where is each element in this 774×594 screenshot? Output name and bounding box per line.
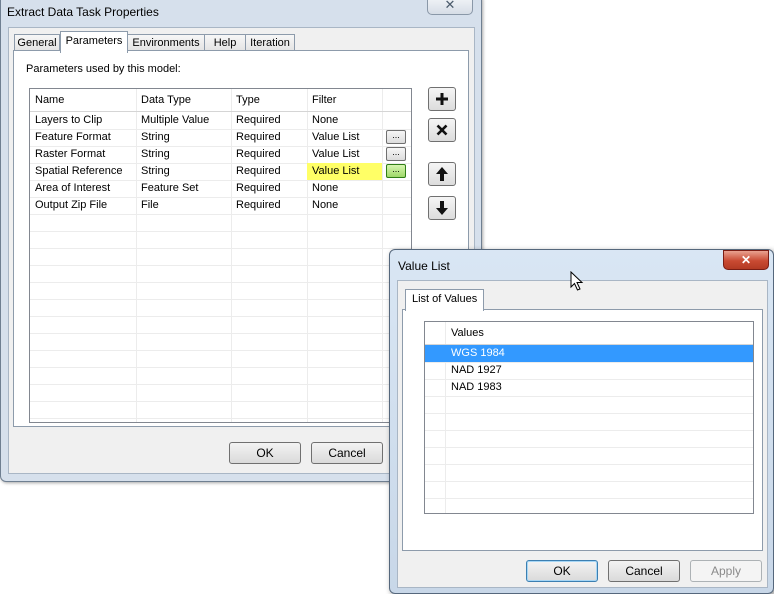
param-data-type: Feature Set xyxy=(141,182,199,194)
param-name: Feature Format xyxy=(35,131,111,143)
table-row[interactable]: Spatial Reference String Required Value … xyxy=(30,163,411,181)
param-data-type: File xyxy=(141,199,159,211)
param-filter[interactable]: None xyxy=(307,112,338,129)
empty-row xyxy=(30,299,411,317)
param-data-type: Multiple Value xyxy=(141,114,210,126)
column-header-filter[interactable]: Filter xyxy=(307,89,336,111)
arrow-up-icon xyxy=(436,167,448,181)
value-list-dialog: Value List ✕ List of Values Values WGS 1… xyxy=(389,249,774,594)
empty-row xyxy=(30,401,411,419)
empty-row xyxy=(30,282,411,300)
param-filter[interactable]: Value List xyxy=(307,146,360,163)
param-filter[interactable]: Value List xyxy=(307,129,360,146)
table-row[interactable]: Feature Format String Required Value Lis… xyxy=(30,129,411,147)
plus-icon xyxy=(436,93,448,105)
column-header-type[interactable]: Type xyxy=(231,89,260,111)
param-name: Spatial Reference xyxy=(35,165,123,177)
empty-row xyxy=(30,265,411,283)
param-data-type: String xyxy=(141,148,170,160)
column-header-values[interactable]: Values xyxy=(451,322,484,344)
param-data-type: String xyxy=(141,165,170,177)
ok-button[interactable]: OK xyxy=(229,442,301,464)
param-filter[interactable]: None xyxy=(307,180,338,197)
arrow-down-icon xyxy=(436,201,448,215)
empty-row xyxy=(425,447,753,465)
empty-row xyxy=(425,430,753,448)
param-name: Output Zip File xyxy=(35,199,108,211)
param-type[interactable]: Required xyxy=(231,163,281,180)
param-type[interactable]: Required xyxy=(231,180,281,197)
move-down-button[interactable] xyxy=(428,196,456,220)
cancel-button[interactable]: Cancel xyxy=(311,442,383,464)
param-name: Area of Interest xyxy=(35,182,111,194)
parameters-grid[interactable]: Name Data Type Type Filter Layers to Cli… xyxy=(29,88,412,423)
dialog-title: Value List xyxy=(398,259,450,273)
empty-row xyxy=(425,413,753,431)
param-type[interactable]: Required xyxy=(231,197,281,214)
param-name: Layers to Clip xyxy=(35,114,103,126)
table-row[interactable]: Raster Format String Required Value List… xyxy=(30,146,411,164)
tab-parameters[interactable]: Parameters xyxy=(60,31,128,53)
empty-row xyxy=(30,367,411,385)
empty-row xyxy=(30,248,411,266)
tab-list-of-values[interactable]: List of Values xyxy=(405,289,485,311)
dialog-title: Extract Data Task Properties xyxy=(7,5,159,19)
value-text: NAD 1983 xyxy=(451,381,502,393)
close-button[interactable]: ✕ xyxy=(723,250,769,270)
filter-edit-button[interactable]: ... xyxy=(386,147,406,161)
empty-row xyxy=(30,384,411,402)
list-of-values-tab-page: Values WGS 1984 NAD 1927 NAD 1983 xyxy=(402,309,763,551)
table-row[interactable]: Area of Interest Feature Set Required No… xyxy=(30,180,411,198)
column-header-data-type[interactable]: Data Type xyxy=(136,89,191,111)
filter-edit-button[interactable]: ... xyxy=(386,164,406,178)
value-text: WGS 1984 xyxy=(451,347,505,359)
close-button[interactable]: ✕ xyxy=(427,0,473,15)
empty-row xyxy=(425,464,753,482)
param-filter[interactable]: None xyxy=(307,197,338,214)
grid-header-row: Values xyxy=(425,322,753,345)
x-icon xyxy=(436,124,448,136)
empty-row xyxy=(30,214,411,232)
column-header-name[interactable]: Name xyxy=(30,89,64,111)
param-type[interactable]: Required xyxy=(231,112,281,129)
empty-row xyxy=(30,316,411,334)
list-item[interactable]: NAD 1983 xyxy=(425,379,753,397)
values-grid[interactable]: Values WGS 1984 NAD 1927 NAD 1983 xyxy=(424,321,754,514)
apply-button[interactable]: Apply xyxy=(690,560,762,582)
ok-button[interactable]: OK xyxy=(526,560,598,582)
grid-header-row: Name Data Type Type Filter xyxy=(30,89,411,112)
value-text: NAD 1927 xyxy=(451,364,502,376)
empty-row xyxy=(30,333,411,351)
add-parameter-button[interactable] xyxy=(428,87,456,111)
empty-row xyxy=(425,498,753,513)
param-data-type: String xyxy=(141,131,170,143)
parameters-label: Parameters used by this model: xyxy=(26,63,181,75)
param-filter[interactable]: Value List xyxy=(307,163,382,180)
close-icon: ✕ xyxy=(444,0,456,12)
list-item[interactable]: NAD 1927 xyxy=(425,362,753,380)
table-row[interactable]: Layers to Clip Multiple Value Required N… xyxy=(30,112,411,130)
move-up-button[interactable] xyxy=(428,162,456,186)
list-item[interactable]: WGS 1984 xyxy=(425,345,753,363)
empty-row xyxy=(30,350,411,368)
filter-edit-button[interactable]: ... xyxy=(386,130,406,144)
mouse-cursor-icon xyxy=(570,271,584,291)
empty-row xyxy=(425,481,753,499)
param-type[interactable]: Required xyxy=(231,146,281,163)
remove-parameter-button[interactable] xyxy=(428,118,456,142)
table-row[interactable]: Output Zip File File Required None xyxy=(30,197,411,215)
param-type[interactable]: Required xyxy=(231,129,281,146)
param-name: Raster Format xyxy=(35,148,106,160)
empty-row xyxy=(425,396,753,414)
dialog-client-area: List of Values Values WGS 1984 NAD 1927 … xyxy=(397,280,768,588)
cancel-button[interactable]: Cancel xyxy=(608,560,680,582)
close-icon: ✕ xyxy=(740,253,752,267)
empty-row xyxy=(30,231,411,249)
